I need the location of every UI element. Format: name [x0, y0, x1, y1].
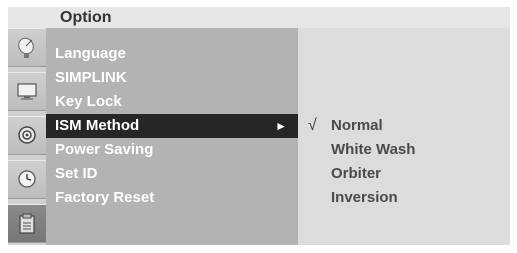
- menu-item-language[interactable]: Language: [46, 42, 298, 66]
- ism-method-submenu: √ Normal White Wash Orbiter Inversion: [298, 28, 510, 245]
- monitor-icon: [17, 83, 37, 100]
- checkmark-icon: √: [308, 117, 317, 134]
- menu-item-label: Set ID: [55, 165, 98, 182]
- page-title: Option: [60, 9, 112, 26]
- menu-item-label: Language: [55, 45, 126, 62]
- category-icon-strip: [8, 28, 46, 245]
- category-picture-button[interactable]: [8, 72, 46, 111]
- menu-item-label: Power Saving: [55, 141, 154, 158]
- menu-item-simplink[interactable]: SIMPLINK: [46, 66, 298, 90]
- option-menu-list: Language SIMPLINK Key Lock ISM Method ► …: [46, 28, 298, 245]
- satellite-dish-icon: [18, 37, 34, 58]
- submenu-arrow-icon: ►: [275, 119, 287, 133]
- menu-item-power-saving[interactable]: Power Saving: [46, 138, 298, 162]
- submenu-option-normal[interactable]: Normal: [331, 114, 383, 138]
- menu-item-label: Key Lock: [55, 93, 122, 110]
- category-audio-button[interactable]: [8, 116, 46, 155]
- menu-item-factory-reset[interactable]: Factory Reset: [46, 186, 298, 210]
- option-menu-osd: Option Language SIMPLINK Key Lock ISM Me…: [8, 7, 510, 245]
- option-settings-icon: [19, 213, 35, 234]
- category-option-button[interactable]: [8, 204, 46, 243]
- menu-item-set-id[interactable]: Set ID: [46, 162, 298, 186]
- submenu-option-inversion[interactable]: Inversion: [331, 186, 398, 210]
- category-time-button[interactable]: [8, 160, 46, 199]
- category-setup-button[interactable]: [8, 28, 46, 67]
- menu-item-label: ISM Method: [55, 117, 140, 134]
- menu-item-ism-method[interactable]: ISM Method ►: [46, 114, 298, 138]
- menu-item-label: Factory Reset: [55, 189, 155, 206]
- submenu-option-white-wash[interactable]: White Wash: [331, 138, 415, 162]
- title-bar: Option: [8, 7, 510, 28]
- menu-item-label: SIMPLINK: [55, 69, 127, 86]
- submenu-option-orbiter[interactable]: Orbiter: [331, 162, 381, 186]
- menu-item-key-lock[interactable]: Key Lock: [46, 90, 298, 114]
- speaker-icon: [18, 126, 36, 144]
- clock-icon: [18, 170, 36, 188]
